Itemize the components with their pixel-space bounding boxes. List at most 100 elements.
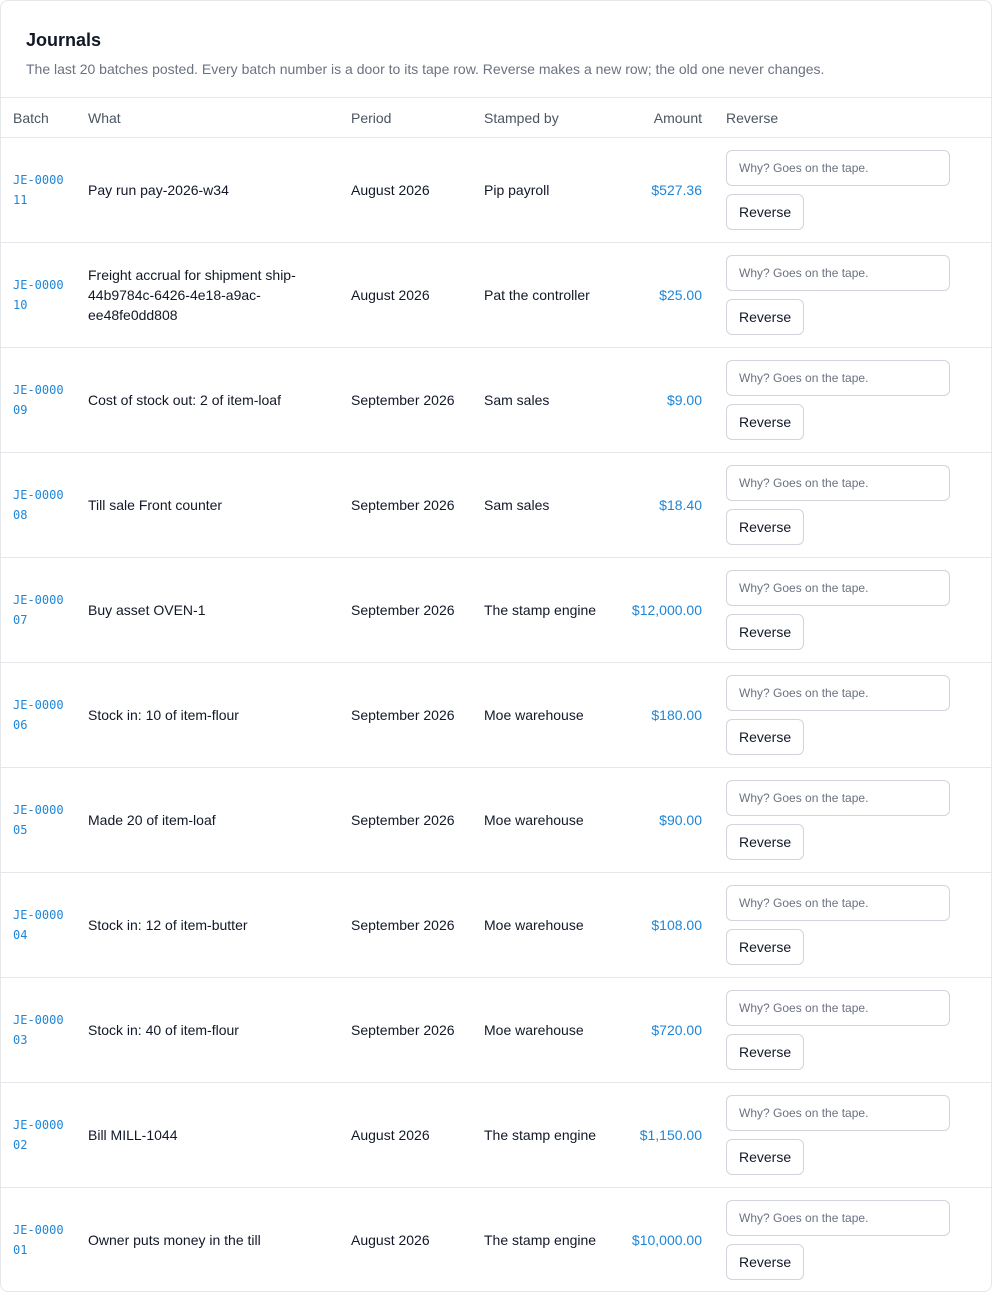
column-header-reverse: Reverse <box>714 97 991 138</box>
period-cell: September 2026 <box>339 347 472 453</box>
what-cell: Cost of stock out: 2 of item-loaf <box>76 347 339 453</box>
reverse-button[interactable]: Reverse <box>726 1034 805 1070</box>
column-header-stamped-by: Stamped by <box>472 97 601 138</box>
stamped-by-cell: Moe warehouse <box>472 662 601 768</box>
batch-cell: JE-000011 <box>1 137 76 243</box>
reverse-cell: Reverse <box>714 137 991 243</box>
reverse-reason-input[interactable] <box>726 570 950 606</box>
reverse-button[interactable]: Reverse <box>726 509 805 545</box>
reverse-button[interactable]: Reverse <box>726 299 805 335</box>
reverse-reason-input[interactable] <box>726 465 950 501</box>
amount-cell: $10,000.00 <box>631 1232 702 1249</box>
batch-cell: JE-000006 <box>1 662 76 768</box>
amount-cell: $180.00 <box>601 662 714 768</box>
batch-cell: JE-000002 <box>1 1082 76 1188</box>
batch-link[interactable]: JE-000011 <box>13 170 65 210</box>
amount-cell: $108.00 <box>601 872 714 978</box>
what-cell: Stock in: 40 of item-flour <box>76 977 339 1083</box>
reverse-reason-input[interactable] <box>726 990 950 1026</box>
amount-cell: $720.00 <box>601 977 714 1083</box>
stamped-by-cell: Sam sales <box>472 347 601 453</box>
column-header-amount: Amount <box>601 97 714 138</box>
reverse-cell: Reverse <box>714 872 991 978</box>
batch-link[interactable]: JE-000005 <box>13 800 65 840</box>
batch-cell: JE-000009 <box>1 347 76 453</box>
amount-cell: $90.00 <box>601 767 714 873</box>
reverse-cell: Reverse <box>714 662 991 768</box>
what-cell: Till sale Front counter <box>76 452 339 558</box>
page-title: Journals <box>26 30 102 50</box>
column-header-what: What <box>76 97 339 138</box>
reverse-cell: Reverse <box>714 452 991 558</box>
stamped-by-cell: Moe warehouse <box>472 767 601 873</box>
period-cell: August 2026 <box>351 1232 430 1249</box>
reverse-button[interactable]: Reverse <box>726 614 805 650</box>
table-row: JE-000009 Cost of stock out: 2 of item-l… <box>1 347 991 453</box>
what-cell: Buy asset OVEN-1 <box>76 557 339 663</box>
table-row: JE-000007 Buy asset OVEN-1 September 202… <box>1 557 991 663</box>
reverse-reason-input[interactable] <box>726 675 950 711</box>
reverse-cell: Reverse <box>714 977 991 1083</box>
batch-link[interactable]: JE-000008 <box>13 485 65 525</box>
reverse-reason-input[interactable] <box>726 1200 950 1237</box>
stamped-by-cell: The stamp engine <box>472 557 601 663</box>
column-header-period: Period <box>339 97 472 138</box>
stamped-by-cell: Moe warehouse <box>472 872 601 978</box>
reverse-reason-input[interactable] <box>726 780 950 816</box>
what-cell: Pay run pay-2026-w34 <box>76 137 339 243</box>
table-row: JE-000008 Till sale Front counter Septem… <box>1 452 991 558</box>
batch-link[interactable]: JE-000009 <box>13 380 65 420</box>
period-cell: September 2026 <box>339 662 472 768</box>
reverse-cell: Reverse <box>714 1082 991 1188</box>
reverse-button[interactable]: Reverse <box>726 404 805 440</box>
amount-cell: $25.00 <box>601 242 714 348</box>
table-row: JE-000005 Made 20 of item-loaf September… <box>1 767 991 873</box>
reverse-reason-input[interactable] <box>726 1095 950 1131</box>
stamped-by-cell: Pat the controller <box>472 242 601 348</box>
what-cell: Bill MILL-1044 <box>76 1082 339 1188</box>
stamped-by-cell: Sam sales <box>472 452 601 558</box>
amount-cell: $9.00 <box>601 347 714 453</box>
what-cell: Stock in: 12 of item-butter <box>76 872 339 978</box>
reverse-reason-input[interactable] <box>726 255 950 291</box>
reverse-reason-input[interactable] <box>726 360 950 396</box>
table-body: JE-000011 Pay run pay-2026-w34 August 20… <box>1 137 991 1292</box>
batch-link[interactable]: JE-000002 <box>13 1115 65 1155</box>
period-cell: September 2026 <box>339 557 472 663</box>
reverse-button[interactable]: Reverse <box>726 824 805 860</box>
amount-cell: $527.36 <box>601 137 714 243</box>
reverse-reason-input[interactable] <box>726 885 950 921</box>
table-row: JE-000010 Freight accrual for shipment s… <box>1 242 991 348</box>
period-cell: September 2026 <box>339 767 472 873</box>
reverse-cell: Reverse <box>714 1188 991 1292</box>
reverse-button[interactable]: Reverse <box>726 929 805 965</box>
batch-link[interactable]: JE-000003 <box>13 1010 65 1050</box>
journals-card: Journals The last 20 batches posted. Eve… <box>0 0 992 1292</box>
batch-link[interactable]: JE-000007 <box>13 590 65 630</box>
period-cell: September 2026 <box>339 872 472 978</box>
amount-cell: $12,000.00 <box>601 557 714 663</box>
reverse-cell: Reverse <box>714 767 991 873</box>
reverse-button[interactable]: Reverse <box>726 1139 805 1175</box>
reverse-button[interactable]: Reverse <box>726 194 805 230</box>
column-header-batch: Batch <box>1 97 76 138</box>
batch-link[interactable]: JE-000001 <box>13 1220 65 1260</box>
batch-link[interactable]: JE-000010 <box>13 275 65 315</box>
period-cell: August 2026 <box>339 1082 472 1188</box>
period-cell: August 2026 <box>339 137 472 243</box>
what-cell: Stock in: 10 of item-flour <box>76 662 339 768</box>
reverse-button[interactable]: Reverse <box>726 1244 805 1281</box>
batch-cell: JE-000010 <box>1 242 76 348</box>
page-subtitle: The last 20 batches posted. Every batch … <box>26 61 825 77</box>
amount-cell: $18.40 <box>601 452 714 558</box>
reverse-cell: Reverse <box>714 242 991 348</box>
batch-link[interactable]: JE-000006 <box>13 695 65 735</box>
journals-table: Batch What Period Stamped by Amount Reve… <box>1 97 991 1292</box>
table-row: JE-000003 Stock in: 40 of item-flour Sep… <box>1 977 991 1083</box>
reverse-button[interactable]: Reverse <box>726 719 805 755</box>
period-cell: September 2026 <box>339 977 472 1083</box>
batch-link[interactable]: JE-000004 <box>13 905 65 945</box>
reverse-reason-input[interactable] <box>726 150 950 186</box>
reverse-cell: Reverse <box>714 347 991 453</box>
table-row: JE-000002 Bill MILL-1044 August 2026 The… <box>1 1082 991 1188</box>
